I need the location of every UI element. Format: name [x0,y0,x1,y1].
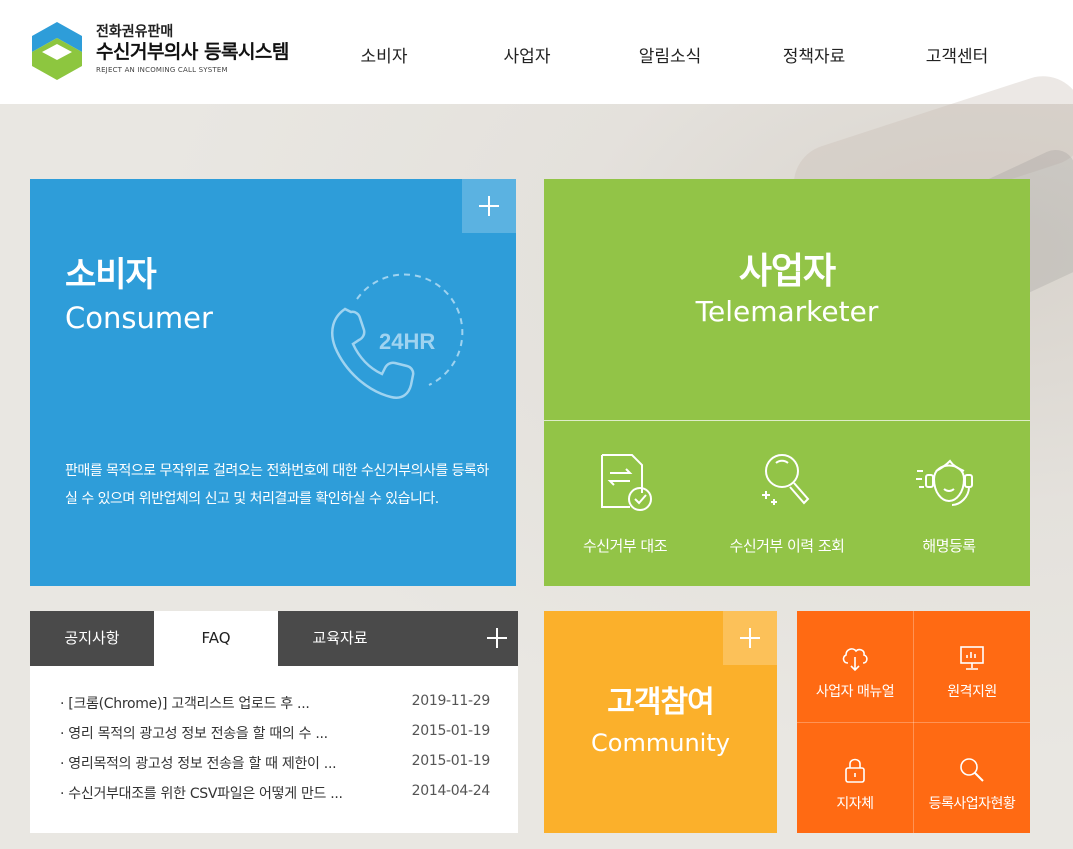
faq-item[interactable]: · [크롬(Chrome)] 고객리스트 업로드 후 ... 2019-11-2… [60,693,490,723]
nav-business[interactable]: 사업자 [504,42,551,67]
quick-link-remote[interactable]: 원격지원 [914,611,1030,722]
quick-link-label: 지자체 [836,796,874,812]
business-item-compare[interactable]: 수신거부 대조 [545,449,705,556]
community-subtitle: Community [591,729,730,757]
tab-education[interactable]: 교육자료 [278,611,402,666]
faq-question: · [크롬(Chrome)] 고객리스트 업로드 후 ... [60,696,310,712]
cloud-download-icon [842,648,868,672]
faq-date: 2019-11-29 [411,693,491,709]
faq-question: · 수신거부대조를 위한 CSV파일은 어떻게 만드 ... [60,786,343,802]
business-item-label: 해명등록 [922,537,976,555]
quick-links-panel: 사업자 매뉴얼 원격지원 지자체 등록사업자현황 [797,611,1030,833]
consumer-title: 소비자 [65,255,157,295]
plus-icon [740,628,760,648]
headset-agent-icon [916,459,973,506]
magnifier-icon [762,454,810,505]
business-title: 사업자 [738,251,836,292]
quick-link-registered[interactable]: 등록사업자현황 [914,723,1030,834]
consumer-panel[interactable]: 소비자 Consumer 24HR 판매를 목적으로 무작위로 걸려오는 전화번… [30,179,516,586]
community-panel[interactable]: 고객참여 Community [544,611,777,833]
faq-date: 2014-04-24 [411,783,491,799]
business-item-label: 수신거부 대조 [582,537,668,555]
community-title: 고객참여 [607,685,714,720]
search-icon [960,758,984,782]
faq-question: · 영리목적의 광고성 정보 전송을 할 때 제한이 ... [60,756,337,772]
business-item-history[interactable]: 수신거부 이력 조회 [707,449,867,556]
lock-icon [845,758,865,783]
consumer-description: 판매를 목적으로 무작위로 걸려오는 전화번호에 대한 수신거부의사를 등록하실… [65,463,489,507]
quick-link-label: 등록사업자현황 [928,796,1016,812]
faq-item[interactable]: · 영리 목적의 광고성 정보 전송을 할 때의 수 ... 2015-01-1… [60,723,490,753]
tab-notice[interactable]: 공지사항 [30,611,154,666]
tab-bar: 공지사항 FAQ 교육자료 [30,611,518,666]
faq-question: · 영리 목적의 광고성 정보 전송을 할 때의 수 ... [60,726,328,742]
community-more-button[interactable] [723,611,777,665]
document-compare-icon [601,454,652,511]
board-tabs-panel: 공지사항 FAQ 교육자료 · [크롬(Chrome)] 고객리스트 업로드 후… [30,611,518,833]
phone-24hr-icon: 24HR [331,273,464,399]
quick-link-label: 사업자 매뉴얼 [815,684,895,700]
consumer-more-button[interactable] [462,179,516,233]
nav-notice[interactable]: 알림소식 [639,42,702,67]
faq-list: · [크롬(Chrome)] 고객리스트 업로드 후 ... 2019-11-2… [60,693,490,813]
divider [544,420,1030,421]
plus-icon[interactable] [486,627,508,649]
business-panel[interactable]: 사업자 Telemarketer 수신거부 대조 수신거부 이력 조회 해명등록 [544,179,1030,586]
faq-item[interactable]: · 수신거부대조를 위한 CSV파일은 어떻게 만드 ... 2014-04-2… [60,783,490,813]
site-header: 전화권유판매 수신거부의사 등록시스템 REJECT AN INCOMING C… [0,0,1073,104]
faq-date: 2015-01-19 [411,753,491,769]
business-item-label: 수신거부 이력 조회 [729,537,845,555]
business-subtitle: Telemarketer [695,295,879,328]
consumer-subtitle: Consumer [65,301,213,335]
nav-support[interactable]: 고객센터 [926,42,989,67]
quick-link-local-gov[interactable]: 지자체 [797,723,913,834]
logo-subtitle: 전화권유판매 [96,24,174,40]
main-nav: 소비자 사업자 알림소식 정책자료 고객센터 [0,42,1073,67]
nav-policy[interactable]: 정책자료 [783,42,846,67]
quick-link-label: 원격지원 [947,684,997,700]
nav-consumer[interactable]: 소비자 [361,42,408,67]
tab-faq[interactable]: FAQ [154,611,278,666]
monitor-icon [960,646,984,670]
quick-link-manual[interactable]: 사업자 매뉴얼 [797,611,913,722]
faq-item[interactable]: · 영리목적의 광고성 정보 전송을 할 때 제한이 ... 2015-01-1… [60,753,490,783]
24hr-badge: 24HR [379,329,435,354]
business-item-explain[interactable]: 해명등록 [869,449,1029,556]
plus-icon [479,196,499,216]
faq-date: 2015-01-19 [411,723,491,739]
